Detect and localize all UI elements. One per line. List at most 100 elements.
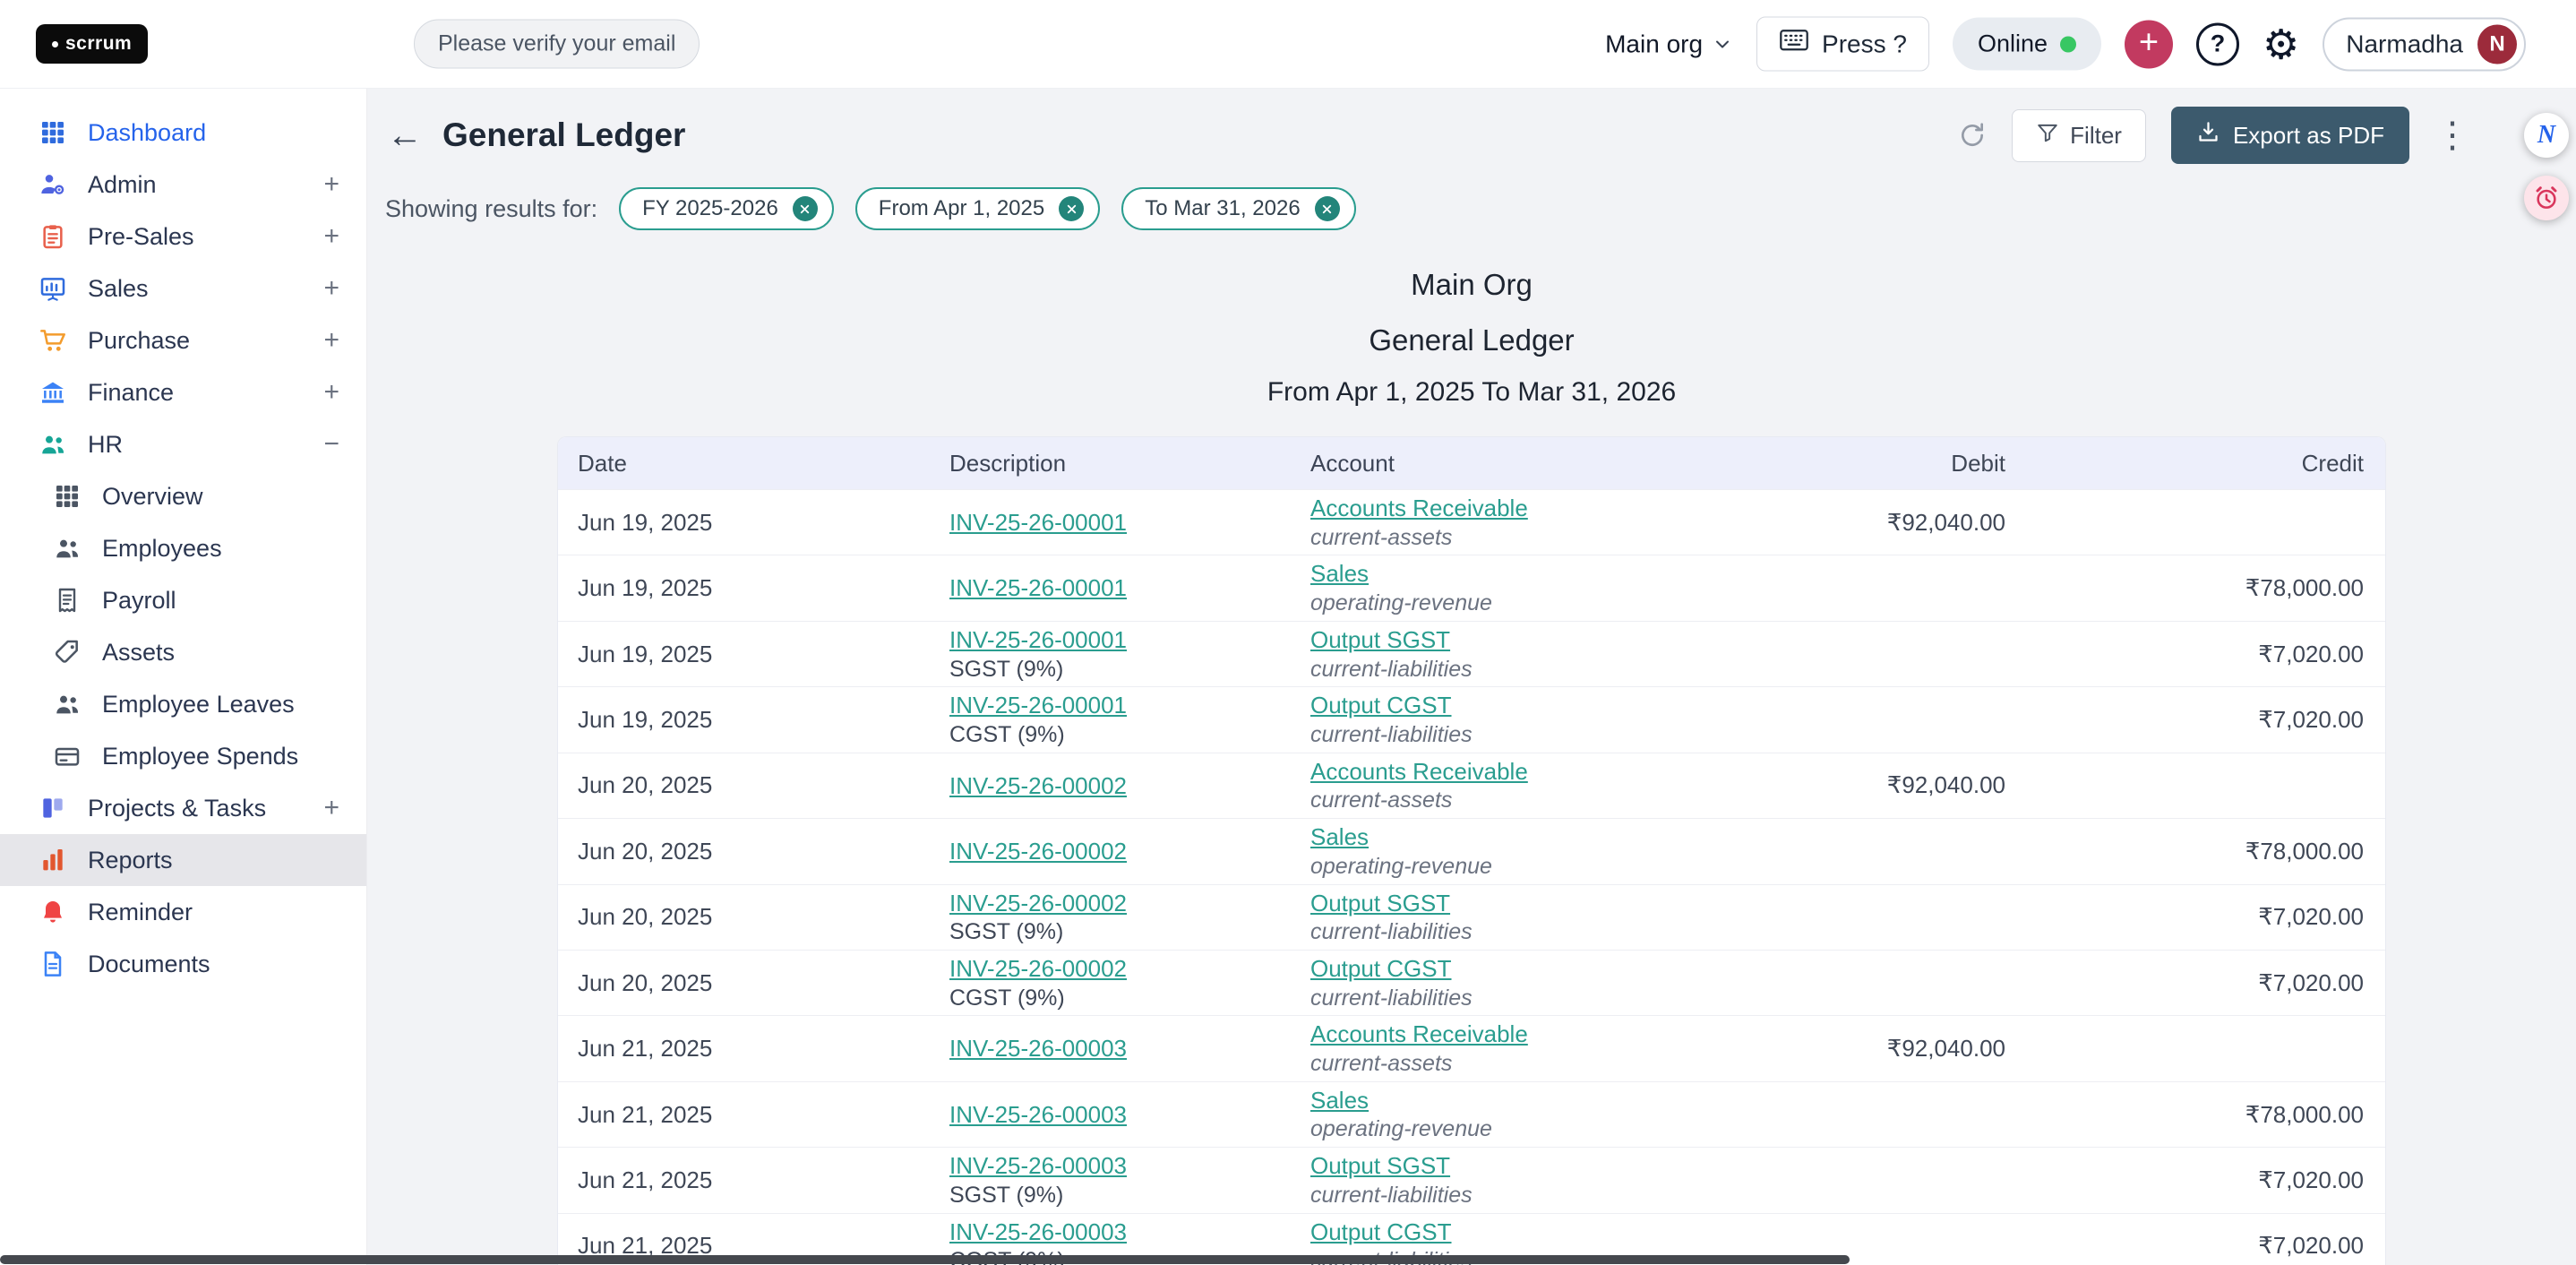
sidebar-item-employee-leaves[interactable]: Employee Leaves [0, 678, 366, 730]
online-status[interactable]: Online [1953, 18, 2101, 71]
help-button[interactable]: ? [2196, 22, 2239, 65]
account-link[interactable]: Output SGST [1310, 890, 1450, 916]
sidebar-item-label: Admin [88, 171, 157, 199]
sidebar-item-assets[interactable]: Assets [0, 626, 366, 678]
sidebar-item-documents[interactable]: Documents [0, 938, 366, 990]
user-menu-button[interactable]: Narmadha N [2323, 17, 2526, 71]
cell-date: Jun 20, 2025 [558, 903, 930, 931]
sidebar-item-label: HR [88, 431, 123, 459]
sidebar-item-label: Sales [88, 275, 149, 303]
invoice-link[interactable]: INV-25-26-00002 [949, 838, 1127, 865]
sidebar-item-payroll[interactable]: Payroll [0, 574, 366, 626]
account-link[interactable]: Output CGST [1310, 692, 1452, 719]
sidebar-item-pre-sales[interactable]: Pre-Sales+ [0, 211, 366, 262]
filter-button[interactable]: Filter [2012, 109, 2146, 162]
sidebar-item-employee-spends[interactable]: Employee Spends [0, 730, 366, 782]
keyboard-icon [1779, 29, 1809, 60]
report-period: From Apr 1, 2025 To Mar 31, 2026 [367, 377, 2576, 408]
account-type: current-liabilities [1310, 722, 1665, 748]
invoice-link[interactable]: INV-25-26-00001 [949, 626, 1127, 653]
export-pdf-button[interactable]: Export as PDF [2171, 107, 2409, 164]
logo-text: scrrum [65, 33, 132, 55]
account-link[interactable]: Accounts Receivable [1310, 495, 1528, 521]
invoice-link[interactable]: INV-25-26-00001 [949, 574, 1127, 601]
sidebar-item-purchase[interactable]: Purchase+ [0, 314, 366, 366]
plus-icon[interactable]: + [323, 171, 339, 198]
clipboard-icon [38, 221, 68, 252]
alarm-clock-icon [2532, 184, 2561, 212]
ledger-table: DateDescriptionAccountDebitCredit Jun 19… [557, 436, 2386, 1265]
account-type: current-assets [1310, 1051, 1665, 1077]
plus-icon[interactable]: + [323, 795, 339, 822]
sidebar-item-reports[interactable]: Reports [0, 834, 366, 886]
cell-date: Jun 19, 2025 [558, 706, 930, 734]
invoice-link[interactable]: INV-25-26-00003 [949, 1218, 1127, 1245]
sidebar-item-employees[interactable]: Employees [0, 522, 366, 574]
add-button[interactable]: + [2125, 20, 2173, 68]
people-icon [52, 533, 82, 564]
settings-gear-icon[interactable]: ⚙ [2263, 23, 2299, 65]
cell-description: INV-25-26-00001 [930, 574, 1291, 602]
account-link[interactable]: Sales [1310, 823, 1369, 850]
main-content: ← General Ledger Filter Export as PDF [367, 89, 2576, 1265]
sidebar-item-admin[interactable]: Admin + [0, 159, 366, 211]
invoice-link[interactable]: INV-25-26-00002 [949, 955, 1127, 982]
sidebar-item-dashboard[interactable]: Dashboard [0, 107, 366, 159]
account-type: current-liabilities [1310, 919, 1665, 945]
account-link[interactable]: Output SGST [1310, 1152, 1450, 1179]
sidebar-item-reminder[interactable]: Reminder [0, 886, 366, 938]
sidebar-item-finance[interactable]: Finance+ [0, 366, 366, 418]
sidebar-item-label: Overview [102, 483, 203, 511]
filter-chip: To Mar 31, 2026 [1121, 187, 1355, 230]
invoice-link[interactable]: INV-25-26-00003 [949, 1035, 1127, 1062]
invoice-link[interactable]: INV-25-26-00001 [949, 692, 1127, 719]
sidebar-item-sales[interactable]: Sales + [0, 262, 366, 314]
sidebar-item-overview[interactable]: Overview [0, 470, 366, 522]
account-link[interactable]: Output CGST [1310, 955, 1452, 982]
chip-remove-icon[interactable] [793, 196, 818, 221]
table-row: Jun 19, 2025INV-25-26-00001Accounts Rece… [558, 489, 2385, 555]
more-options-icon[interactable]: ⋮ [2434, 117, 2470, 153]
cell-date: Jun 19, 2025 [558, 641, 930, 668]
topbar-actions: Main org Press ? Online + ? ⚙ Narmadha N [1605, 17, 2526, 72]
plus-icon[interactable]: + [323, 379, 339, 406]
minus-icon[interactable]: − [323, 431, 339, 458]
funnel-icon [2036, 121, 2059, 151]
sidebar-item-projects-tasks[interactable]: Projects & Tasks+ [0, 782, 366, 834]
scrollbar-thumb[interactable] [0, 1255, 1850, 1264]
floating-note-widget[interactable]: N [2524, 113, 2569, 158]
sidebar-item-label: Assets [102, 639, 175, 667]
verify-email-button[interactable]: Please verify your email [414, 20, 700, 69]
plus-icon[interactable]: + [323, 223, 339, 250]
cell-debit: ₹92,040.00 [1665, 771, 2005, 799]
account-link[interactable]: Sales [1310, 1087, 1369, 1114]
invoice-link[interactable]: INV-25-26-00001 [949, 509, 1127, 536]
cell-account: Output SGST current-liabilities [1291, 890, 1665, 945]
account-link[interactable]: Accounts Receivable [1310, 1020, 1528, 1047]
invoice-link[interactable]: INV-25-26-00002 [949, 890, 1127, 916]
account-link[interactable]: Sales [1310, 560, 1369, 587]
account-link[interactable]: Accounts Receivable [1310, 758, 1528, 785]
filter-label: Filter [2070, 122, 2122, 150]
account-link[interactable]: Output CGST [1310, 1218, 1452, 1245]
sidebar-item-hr[interactable]: HR − [0, 418, 366, 470]
floating-alarm-widget[interactable] [2524, 176, 2569, 220]
cell-credit: ₹7,020.00 [2005, 969, 2385, 997]
plus-icon[interactable]: + [323, 275, 339, 302]
keyboard-shortcuts-button[interactable]: Press ? [1756, 17, 1929, 72]
cell-date: Jun 20, 2025 [558, 969, 930, 997]
invoice-link[interactable]: INV-25-26-00003 [949, 1152, 1127, 1179]
invoice-link[interactable]: INV-25-26-00002 [949, 772, 1127, 799]
refresh-icon[interactable] [1958, 121, 1987, 150]
back-button[interactable]: ← [387, 117, 423, 153]
sidebar-item-label: Dashboard [88, 119, 206, 147]
org-selector[interactable]: Main org [1605, 30, 1733, 58]
sidebar: DashboardAdmin+Pre-Sales+Sales+Purchase+… [0, 89, 367, 1265]
invoice-link[interactable]: INV-25-26-00003 [949, 1101, 1127, 1128]
account-link[interactable]: Output SGST [1310, 626, 1450, 653]
app-root: scrrum Please verify your email Main org… [0, 0, 2576, 1265]
chip-remove-icon[interactable] [1315, 196, 1340, 221]
chip-remove-icon[interactable] [1059, 196, 1084, 221]
table-row: Jun 20, 2025INV-25-26-00002Salesoperatin… [558, 818, 2385, 883]
plus-icon[interactable]: + [323, 327, 339, 354]
